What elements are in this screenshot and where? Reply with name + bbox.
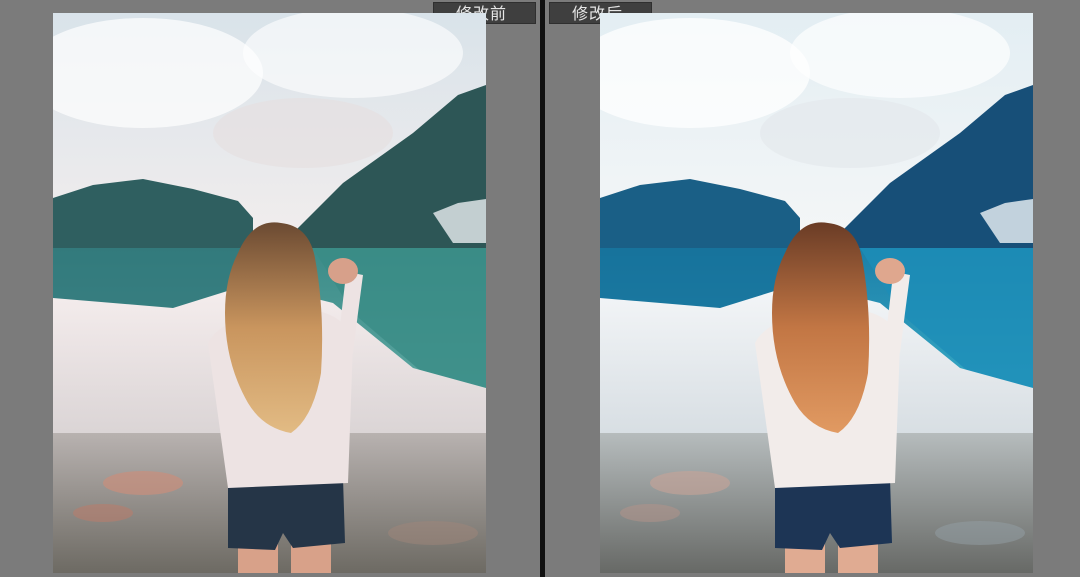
before-photo (53, 13, 486, 573)
split-divider[interactable] (540, 0, 545, 577)
after-photo (600, 13, 1033, 573)
before-after-compare-view: 修改前 修改后 (0, 0, 1080, 577)
